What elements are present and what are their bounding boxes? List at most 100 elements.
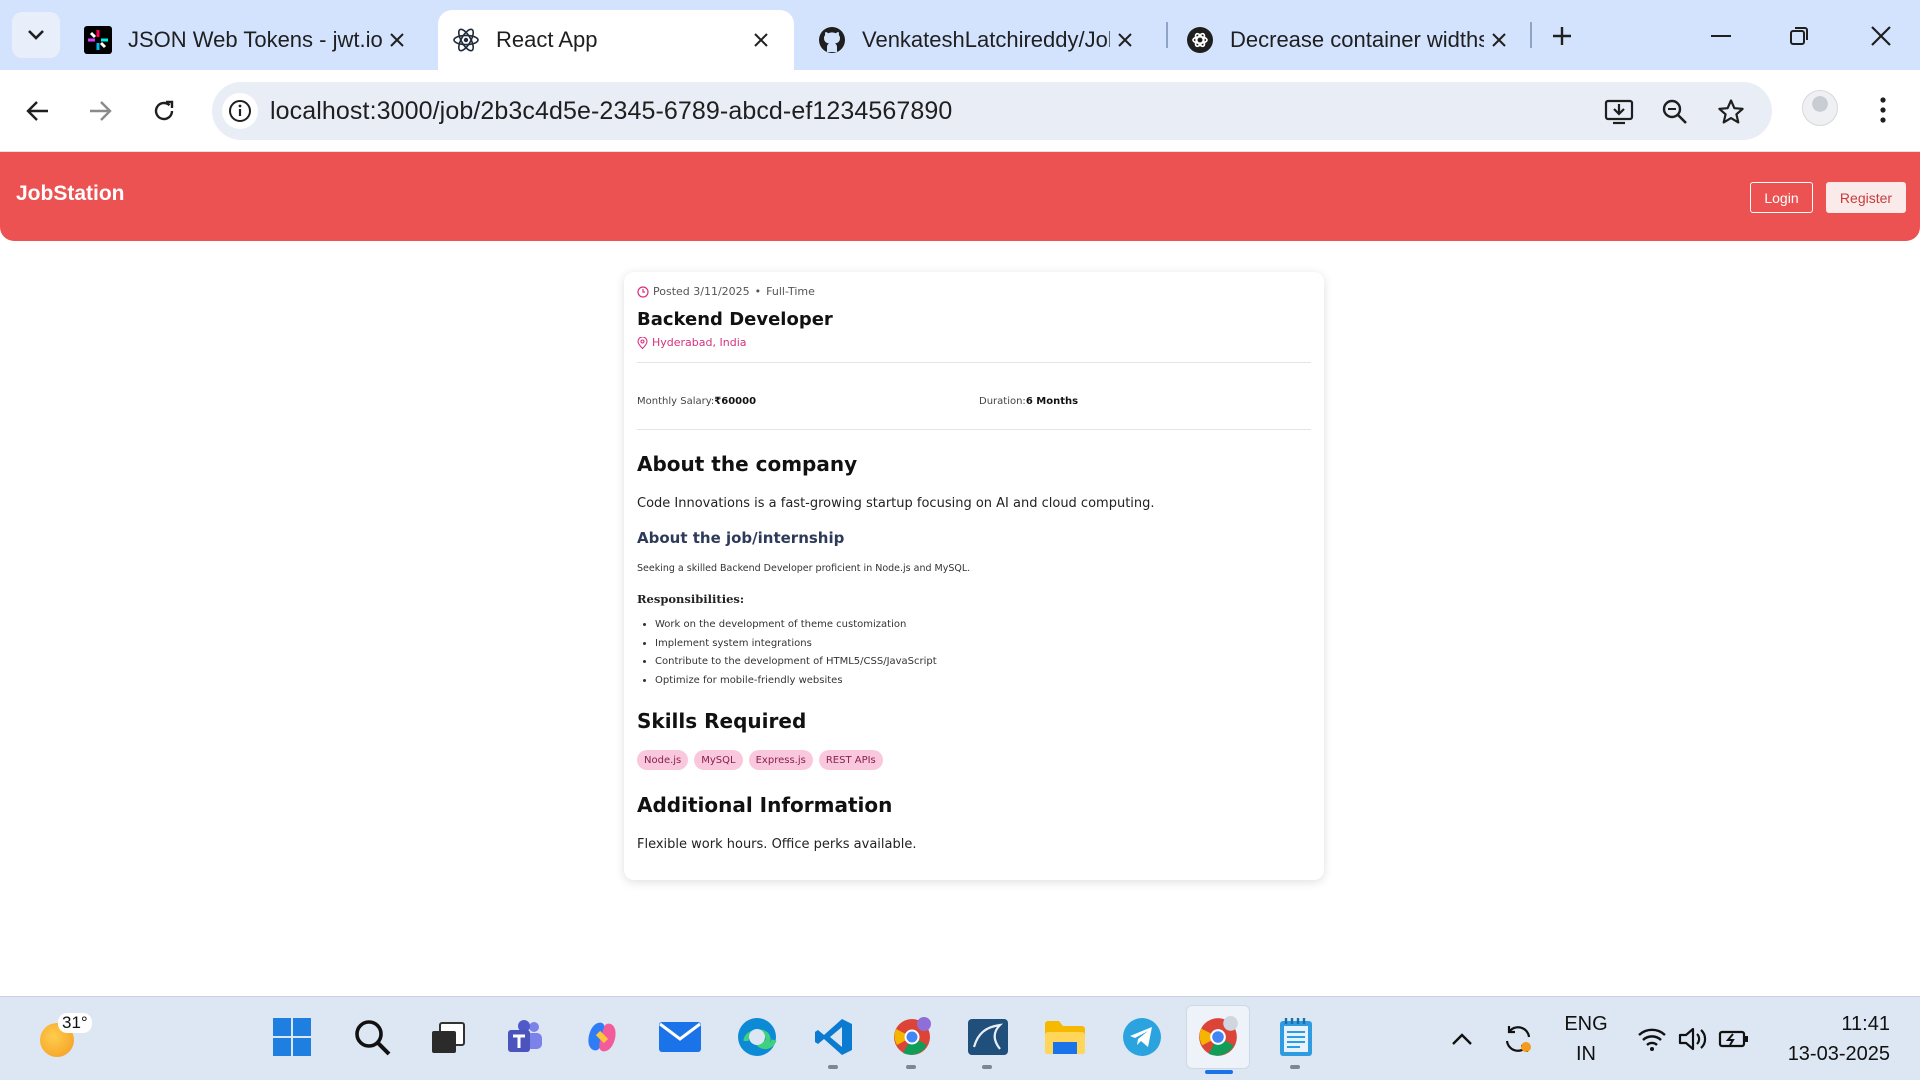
new-tab-button[interactable] [1544, 18, 1580, 54]
skill-badge: MySQL [694, 750, 743, 770]
running-indicator [982, 1065, 992, 1069]
divider [637, 429, 1311, 430]
arrow-left-icon [26, 101, 48, 121]
tab-react-app[interactable]: React App [438, 10, 794, 70]
responsibilities-list: Work on the development of theme customi… [655, 616, 937, 690]
forward-button[interactable] [80, 91, 120, 131]
telegram-button[interactable] [1118, 1013, 1166, 1061]
chrome-button[interactable] [1186, 1005, 1250, 1074]
job-type: Full-Time [766, 285, 815, 298]
battery-icon[interactable] [1718, 1023, 1750, 1055]
job-location: Hyderabad, India [637, 336, 747, 349]
show-hidden-icons-button[interactable] [1446, 1023, 1478, 1055]
language-indicator[interactable]: ENG IN [1560, 1011, 1612, 1067]
reload-icon [154, 100, 174, 121]
salary-label: Monthly Salary: [637, 396, 715, 407]
windows-icon [273, 1018, 311, 1056]
language-code: ENG [1564, 1013, 1608, 1035]
close-icon [1871, 26, 1891, 46]
tab-separator [1530, 22, 1532, 48]
meta-separator: • [754, 285, 762, 298]
close-icon[interactable] [1110, 25, 1140, 55]
start-button[interactable] [268, 1013, 316, 1061]
volume-icon[interactable] [1676, 1023, 1708, 1055]
responsibilities-heading: Responsibilities: [637, 592, 745, 606]
install-app-icon[interactable] [1602, 95, 1636, 129]
jwt-icon [84, 26, 112, 54]
close-icon[interactable] [382, 25, 412, 55]
copilot-button[interactable] [578, 1013, 626, 1061]
chevron-down-icon [28, 30, 44, 40]
browser-toolbar: localhost:3000/job/2b3c4d5e-2345-6789-ab… [0, 70, 1920, 152]
salary-value: ₹60000 [714, 396, 757, 407]
salary-stat: Monthly Salary:₹60000 [637, 396, 756, 407]
address-bar[interactable]: localhost:3000/job/2b3c4d5e-2345-6789-ab… [212, 82, 1772, 140]
tab-search-button[interactable] [12, 12, 60, 58]
tab-chatgpt[interactable]: Decrease container widths [1172, 10, 1532, 70]
duration-label: Duration: [979, 396, 1026, 407]
clock-time: 11:41 [1841, 1013, 1890, 1035]
mysql-workbench-button[interactable] [964, 1013, 1012, 1069]
mail-button[interactable] [656, 1013, 704, 1061]
notepad-icon [1280, 1018, 1312, 1056]
running-indicator [828, 1065, 838, 1069]
search-button[interactable] [348, 1013, 396, 1061]
active-indicator [1205, 1070, 1233, 1074]
clock-icon [637, 285, 649, 298]
profile-avatar[interactable] [1802, 90, 1838, 126]
sync-icon [1505, 1026, 1531, 1052]
browser-menu-button[interactable] [1868, 92, 1898, 128]
vscode-icon [815, 1019, 852, 1055]
about-company-text: Code Innovations is a fast-growing start… [637, 496, 1155, 511]
github-icon [818, 26, 846, 54]
posted-date: Posted 3/11/2025 [653, 285, 750, 298]
back-button[interactable] [18, 91, 58, 131]
wifi-icon[interactable] [1636, 1023, 1668, 1055]
register-button[interactable]: Register [1826, 182, 1906, 213]
login-button[interactable]: Login [1750, 182, 1813, 213]
close-window-button[interactable] [1859, 14, 1903, 58]
minimize-button[interactable] [1699, 14, 1743, 58]
list-item: Work on the development of theme customi… [655, 616, 937, 635]
chrome-profile-button[interactable] [888, 1013, 936, 1069]
task-view-button[interactable] [424, 1013, 472, 1061]
plus-icon [1553, 27, 1571, 45]
zoom-icon[interactable] [1658, 95, 1692, 129]
job-meta: Posted 3/11/2025 • Full-Time [637, 285, 815, 298]
notepad-button[interactable] [1272, 1013, 1320, 1069]
clock[interactable]: 11:41 13-03-2025 [1774, 1011, 1890, 1067]
weather-widget[interactable]: 31° [38, 1013, 92, 1057]
additional-info-text: Flexible work hours. Office perks availa… [637, 837, 917, 852]
url-text[interactable]: localhost:3000/job/2b3c4d5e-2345-6789-ab… [270, 97, 952, 126]
reload-button[interactable] [144, 91, 184, 131]
brand-logo[interactable]: JobStation [16, 182, 125, 206]
vscode-button[interactable] [810, 1013, 858, 1069]
edge-button[interactable] [733, 1013, 781, 1061]
skill-badge: Express.js [748, 750, 813, 770]
weather-temp: 31° [58, 1013, 92, 1033]
job-title: Backend Developer [637, 309, 833, 330]
arrow-right-icon [90, 101, 112, 121]
browser-tab-bar: JSON Web Tokens - jwt.io React App Venka… [0, 0, 1920, 70]
site-info-icon[interactable] [222, 93, 258, 129]
file-explorer-button[interactable] [1041, 1013, 1089, 1061]
tab-title: VenkateshLatchireddy/Job [862, 27, 1110, 52]
close-icon[interactable] [746, 25, 776, 55]
minimize-icon [1711, 35, 1731, 37]
tab-title: React App [496, 27, 598, 52]
restore-button[interactable] [1777, 14, 1821, 58]
edge-icon [738, 1018, 777, 1056]
sync-tray-button[interactable] [1502, 1023, 1534, 1055]
location-pin-icon [637, 336, 648, 349]
bookmark-star-icon[interactable] [1714, 95, 1748, 129]
tab-github[interactable]: VenkateshLatchireddy/Job [804, 10, 1158, 70]
tab-jwt[interactable]: JSON Web Tokens - jwt.io [70, 10, 430, 70]
job-details-card: Posted 3/11/2025 • Full-Time Backend Dev… [624, 272, 1324, 880]
chrome-icon [894, 1017, 931, 1055]
additional-info-heading: Additional Information [637, 793, 893, 817]
skill-badge: REST APIs [818, 750, 883, 770]
close-icon[interactable] [1484, 25, 1514, 55]
folder-icon [1045, 1021, 1085, 1054]
teams-button[interactable] [501, 1013, 549, 1061]
duration-value: 6 Months [1025, 396, 1079, 407]
